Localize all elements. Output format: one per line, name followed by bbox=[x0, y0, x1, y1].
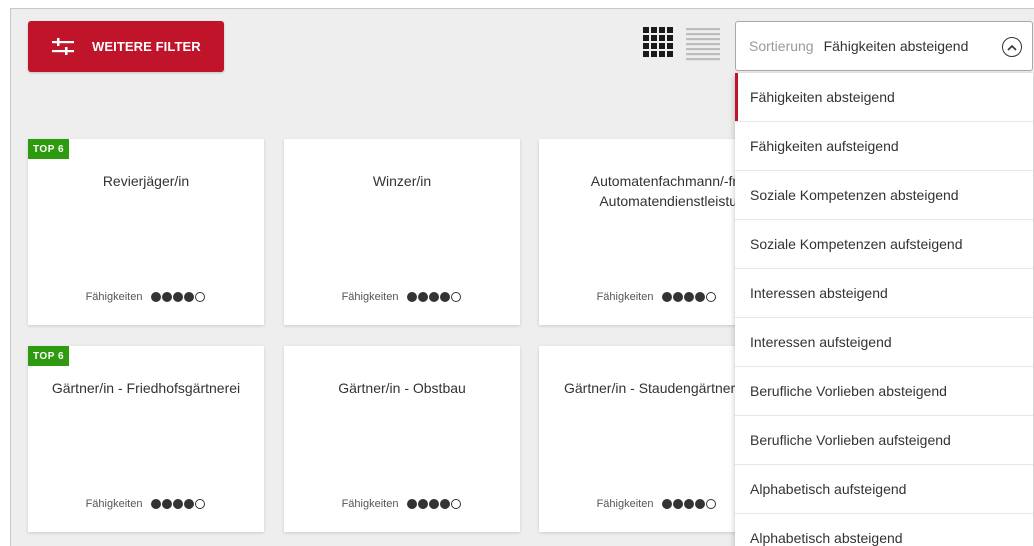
top-badge: TOP 6 bbox=[28, 346, 70, 366]
sort-label: Sortierung bbox=[749, 38, 814, 54]
sort-option[interactable]: Alphabetisch aufsteigend bbox=[735, 465, 1033, 514]
sort-option[interactable]: Berufliche Vorlieben aufsteigend bbox=[735, 416, 1033, 465]
job-card[interactable]: TOP 6 Gärtner/in - Friedhofsgärtnerei Fä… bbox=[28, 346, 264, 532]
results-area: WEITERE FILTER Sortierung Fähigkeiten ab… bbox=[10, 8, 1034, 546]
job-card[interactable]: TOP 6 Revierjäger/in Fähigkeiten bbox=[28, 139, 264, 325]
filled-dot-icon bbox=[440, 292, 451, 302]
rating-dots bbox=[662, 499, 717, 509]
empty-dot-icon bbox=[195, 292, 206, 302]
filled-dot-icon bbox=[418, 292, 429, 302]
filled-dot-icon bbox=[418, 499, 429, 509]
job-title: Revierjäger/in bbox=[102, 173, 190, 189]
list-view-icon[interactable] bbox=[686, 27, 720, 66]
filled-dot-icon bbox=[162, 292, 173, 302]
top-badge: TOP 6 bbox=[28, 139, 70, 159]
rating-label: Fähigkeiten bbox=[341, 498, 399, 510]
rating: Fähigkeiten bbox=[284, 498, 520, 510]
rating-dots bbox=[151, 499, 206, 509]
filled-dot-icon bbox=[684, 292, 695, 302]
filled-dot-icon bbox=[684, 499, 695, 509]
filled-dot-icon bbox=[151, 292, 162, 302]
rating-dots bbox=[151, 292, 206, 302]
filled-dot-icon bbox=[151, 499, 162, 509]
filled-dot-icon bbox=[184, 499, 195, 509]
rating-label: Fähigkeiten bbox=[596, 498, 654, 510]
chevron-up-icon bbox=[1002, 37, 1022, 57]
empty-dot-icon bbox=[706, 292, 717, 302]
filled-dot-icon bbox=[429, 499, 440, 509]
rating-label: Fähigkeiten bbox=[596, 291, 654, 303]
job-card[interactable]: Gärtner/in - Obstbau Fähigkeiten bbox=[284, 346, 520, 532]
sort-option[interactable]: Fähigkeiten absteigend bbox=[735, 73, 1033, 122]
filled-dot-icon bbox=[173, 499, 184, 509]
sort-dropdown-menu: Fähigkeiten absteigend Fähigkeiten aufst… bbox=[735, 73, 1033, 546]
filled-dot-icon bbox=[662, 292, 673, 302]
empty-dot-icon bbox=[195, 499, 206, 509]
rating: Fähigkeiten bbox=[28, 291, 264, 303]
filled-dot-icon bbox=[673, 499, 684, 509]
empty-dot-icon bbox=[451, 499, 462, 509]
sort-option[interactable]: Interessen aufsteigend bbox=[735, 318, 1033, 367]
rating-dots bbox=[407, 499, 462, 509]
sort-option[interactable]: Soziale Kompetenzen absteigend bbox=[735, 171, 1033, 220]
filled-dot-icon bbox=[440, 499, 451, 509]
rating-dots bbox=[662, 292, 717, 302]
job-title: Gärtner/in - Friedhofsgärtnerei bbox=[51, 380, 241, 396]
job-card[interactable]: Winzer/in Fähigkeiten bbox=[284, 139, 520, 325]
rating: Fähigkeiten bbox=[28, 498, 264, 510]
rating-dots bbox=[407, 292, 462, 302]
filled-dot-icon bbox=[662, 499, 673, 509]
rating-label: Fähigkeiten bbox=[341, 291, 399, 303]
filled-dot-icon bbox=[184, 292, 195, 302]
empty-dot-icon bbox=[451, 292, 462, 302]
empty-dot-icon bbox=[706, 499, 717, 509]
rating-label: Fähigkeiten bbox=[85, 291, 143, 303]
filter-sliders-icon bbox=[52, 37, 74, 56]
rating-label: Fähigkeiten bbox=[85, 498, 143, 510]
sort-option[interactable]: Berufliche Vorlieben absteigend bbox=[735, 367, 1033, 416]
sort-select[interactable]: Sortierung Fähigkeiten absteigend bbox=[735, 21, 1033, 71]
filled-dot-icon bbox=[162, 499, 173, 509]
more-filters-label: WEITERE FILTER bbox=[92, 39, 201, 54]
rating: Fähigkeiten bbox=[284, 291, 520, 303]
sort-option[interactable]: Soziale Kompetenzen aufsteigend bbox=[735, 220, 1033, 269]
filled-dot-icon bbox=[173, 292, 184, 302]
filled-dot-icon bbox=[695, 292, 706, 302]
more-filters-button[interactable]: WEITERE FILTER bbox=[28, 21, 224, 72]
job-title: Winzer/in bbox=[372, 173, 432, 189]
sort-option[interactable]: Fähigkeiten aufsteigend bbox=[735, 122, 1033, 171]
sort-option[interactable]: Interessen absteigend bbox=[735, 269, 1033, 318]
sort-option[interactable]: Alphabetisch absteigend bbox=[735, 514, 1033, 546]
job-title: Gärtner/in - Obstbau bbox=[338, 380, 466, 396]
filled-dot-icon bbox=[407, 499, 418, 509]
filled-dot-icon bbox=[673, 292, 684, 302]
sort-selected-value: Fähigkeiten absteigend bbox=[823, 38, 969, 54]
filled-dot-icon bbox=[695, 499, 706, 509]
filled-dot-icon bbox=[407, 292, 418, 302]
grid-view-icon[interactable] bbox=[643, 27, 675, 64]
filled-dot-icon bbox=[429, 292, 440, 302]
